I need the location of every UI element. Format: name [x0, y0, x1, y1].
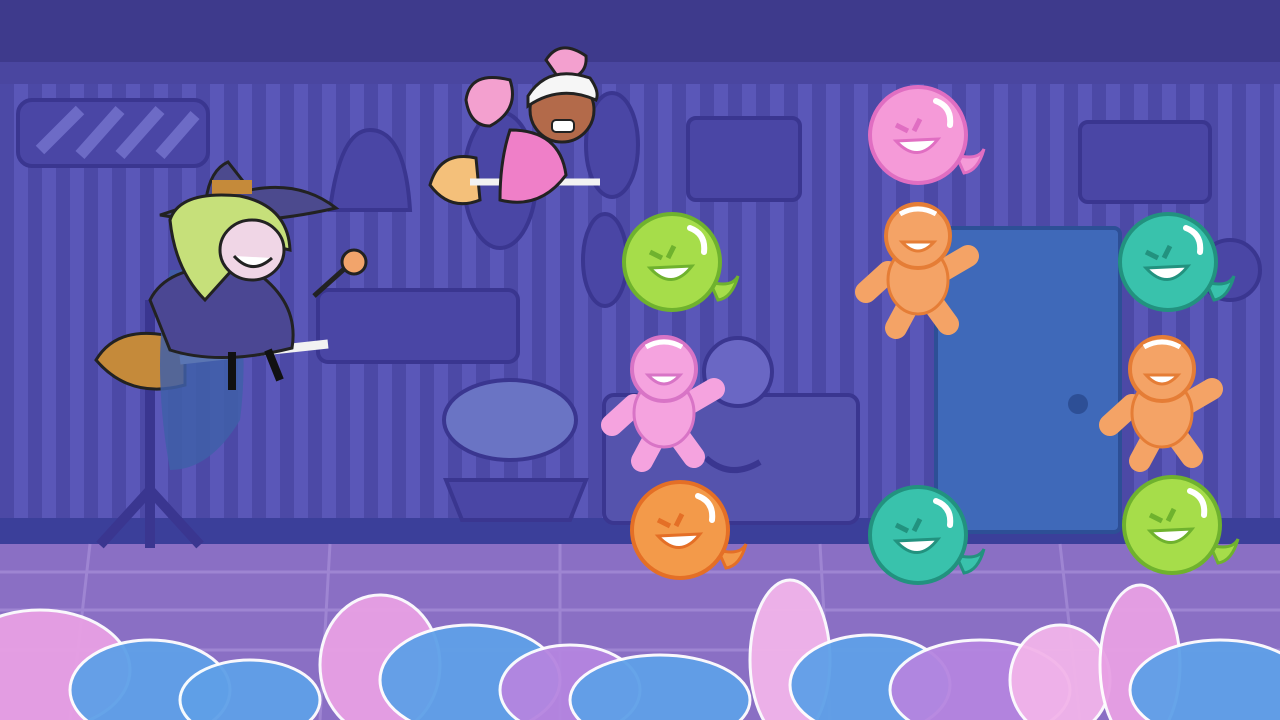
gingerbread-head	[630, 335, 698, 403]
hat-band	[212, 180, 252, 194]
oval-mirror-3	[581, 212, 629, 308]
enemy-body	[868, 85, 968, 185]
picture-frame-2	[1078, 120, 1212, 204]
wand-star-tip	[340, 248, 368, 276]
plant-pot	[443, 478, 589, 522]
candy-pile-piece	[1008, 623, 1112, 720]
plant-foliage	[442, 378, 578, 462]
enemy-body	[622, 212, 722, 312]
gingerbread-head	[884, 202, 952, 270]
ceiling-trim	[0, 62, 1280, 84]
gingerbread-head	[1128, 335, 1196, 403]
enemy-body	[1118, 212, 1218, 312]
long-frame	[316, 288, 520, 364]
back-door	[934, 226, 1122, 534]
witch-face	[218, 218, 286, 282]
game-viewport[interactable]	[0, 0, 1280, 720]
picture-frame-1	[686, 116, 802, 202]
ally-mouth	[551, 119, 575, 133]
enemy-body	[868, 485, 968, 585]
game-scene	[0, 0, 1280, 720]
enemy-body	[630, 480, 730, 580]
ceiling	[0, 0, 1280, 62]
door-knob	[1068, 394, 1088, 414]
enemy-body	[1122, 475, 1222, 575]
